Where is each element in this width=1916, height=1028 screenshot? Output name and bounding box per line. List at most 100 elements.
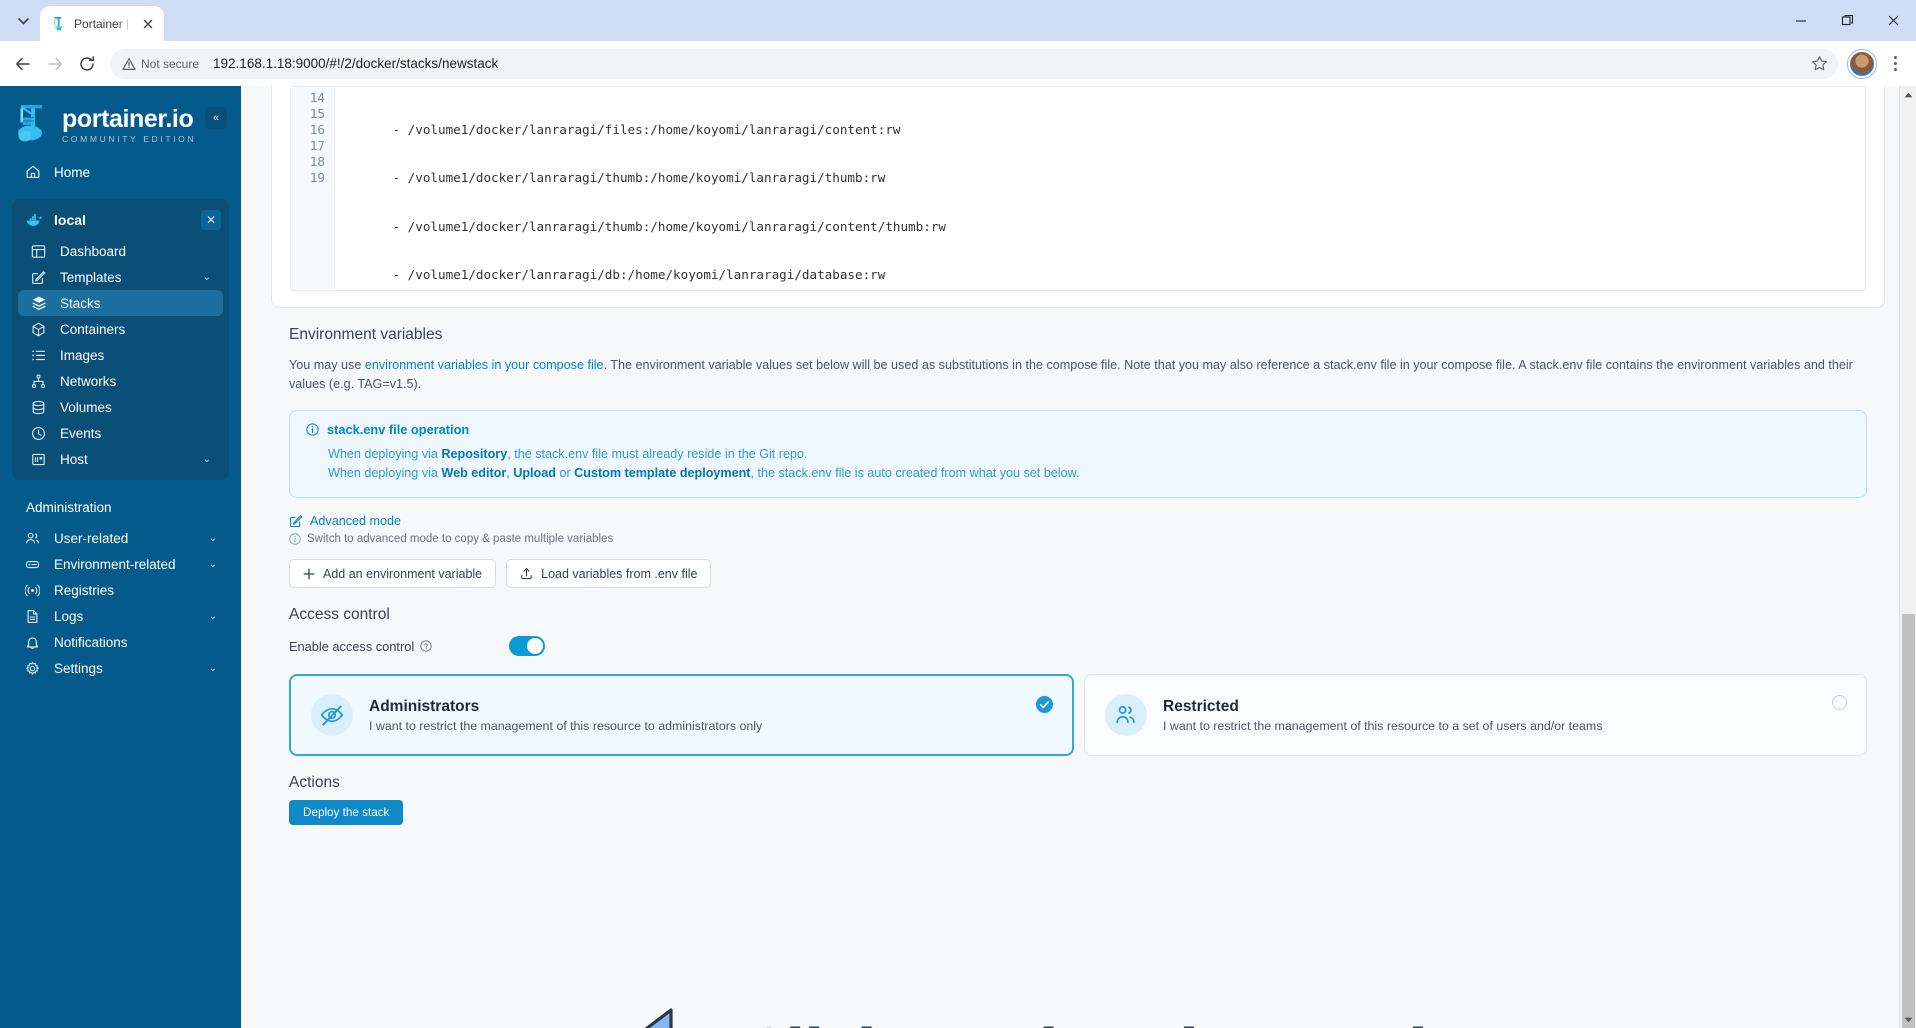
caret-up-icon: [1904, 92, 1913, 97]
access-option-title: Restricted: [1163, 697, 1239, 715]
button-label: Add an environment variable: [323, 566, 483, 581]
question-circle-icon[interactable]: [420, 640, 432, 652]
sidebar-item-containers[interactable]: Containers: [18, 316, 223, 342]
eye-off-icon: [311, 694, 353, 736]
line-number: 19: [309, 170, 325, 186]
access-option-administrators[interactable]: Administrators I want to restrict the ma…: [289, 674, 1074, 756]
security-indicator[interactable]: Not secure: [122, 57, 199, 71]
sidebar-environment-clear-button[interactable]: ✕: [201, 210, 221, 230]
sidebar-administration-items: User-related ⌄ Environment-related ⌄ Reg…: [0, 525, 241, 681]
brand-header: portainer.io COMMUNITY EDITION «: [0, 86, 241, 147]
sidebar-item-logs[interactable]: Logs ⌄: [12, 603, 229, 629]
sidebar-environment-header[interactable]: local ✕: [12, 206, 229, 234]
sidebar-item-images[interactable]: Images: [18, 342, 223, 368]
sidebar-environment-group: local ✕ Dashboard Templates ⌄ Stacks Con…: [12, 199, 229, 480]
sidebar-item-notifications[interactable]: Notifications: [12, 629, 229, 655]
reload-button[interactable]: [72, 49, 102, 79]
info-emph-web-editor: Web editor: [441, 466, 507, 480]
sidebar-item-events[interactable]: Events: [18, 420, 223, 446]
scroll-down-arrow[interactable]: [1900, 1011, 1916, 1028]
forward-button[interactable]: [40, 49, 70, 79]
access-option-title: Administrators: [369, 697, 480, 715]
line-number: 17: [309, 138, 325, 154]
section-title-actions: Actions: [289, 774, 340, 791]
star-icon: [1811, 56, 1827, 71]
browser-tab[interactable]: Portainer | loca: [40, 6, 164, 41]
sidebar-item-label: Stacks: [60, 295, 101, 311]
sidebar-item-home[interactable]: Home: [12, 159, 229, 185]
sidebar-item-environment-related[interactable]: Environment-related ⌄: [12, 551, 229, 577]
sidebar-item-settings[interactable]: Settings ⌄: [12, 655, 229, 681]
env-vars-description: You may use environment variables in you…: [289, 356, 1867, 394]
add-environment-variable-button[interactable]: Add an environment variable: [289, 559, 497, 588]
window-minimize-button[interactable]: [1778, 0, 1824, 41]
sidebar-item-networks[interactable]: Networks: [18, 368, 223, 394]
sidebar-collapse-button[interactable]: «: [205, 107, 227, 129]
advanced-mode-hint-label: Switch to advanced mode to copy & paste …: [307, 533, 614, 545]
edit-square-icon: [290, 515, 303, 528]
sidebar-item-label: Templates: [60, 269, 122, 285]
bookmark-button[interactable]: [1806, 51, 1832, 77]
compose-code-editor[interactable]: 14 15 16 17 18 19 - /volume1/docker/lanr…: [290, 86, 1866, 291]
caret-down-icon: [1904, 1017, 1913, 1022]
enable-access-control-row: Enable access control: [289, 636, 1867, 656]
sidebar-item-user-related[interactable]: User-related ⌄: [12, 525, 229, 551]
info-emph-upload: Upload: [513, 466, 556, 480]
line-number: 15: [309, 106, 325, 122]
compose-file-link[interactable]: environment variables in your compose fi…: [365, 358, 604, 372]
sidebar-item-chevron: ⌄: [208, 532, 217, 544]
sidebar-item-host[interactable]: Host ⌄: [18, 446, 223, 472]
address-bar[interactable]: Not secure 192.168.1.18:9000/#!/2/docker…: [110, 48, 1838, 79]
info-box-line-2: When deploying via Web editor, Upload or…: [328, 464, 1850, 483]
chrome-menu-button[interactable]: [1882, 49, 1908, 79]
sidebar-item-registries[interactable]: Registries: [12, 577, 229, 603]
sidebar-item-label: Settings: [54, 660, 103, 676]
sidebar-item-volumes[interactable]: Volumes: [18, 394, 223, 420]
sidebar-item-templates[interactable]: Templates ⌄: [18, 264, 223, 290]
enable-access-control-toggle[interactable]: [509, 636, 545, 656]
browser-toolbar: Not secure 192.168.1.18:9000/#!/2/docker…: [0, 41, 1916, 86]
scroll-up-arrow[interactable]: [1900, 86, 1916, 103]
line-number: 14: [309, 90, 325, 105]
access-option-description: I want to restrict the management of thi…: [369, 718, 763, 733]
info-emph-repository: Repository: [441, 447, 508, 461]
portainer-logo-icon: [14, 103, 54, 147]
actions-section: Actions Deploy the stack: [271, 774, 1885, 847]
access-option-restricted[interactable]: Restricted I want to restrict the manage…: [1084, 674, 1867, 756]
advanced-mode-link[interactable]: Advanced mode: [289, 514, 1867, 528]
host-icon: [30, 451, 47, 468]
code-line: - /volume1/docker/lanraragi/thumb:/home/…: [347, 218, 946, 234]
tab-close-button[interactable]: [140, 16, 156, 32]
upload-icon: [521, 568, 532, 580]
load-variables-from-env-file-button[interactable]: Load variables from .env file: [506, 559, 712, 588]
window-maximize-button[interactable]: [1824, 0, 1870, 41]
window-close-button[interactable]: [1870, 0, 1916, 41]
chevron-down-icon: [17, 17, 29, 25]
button-label: Load variables from .env file: [541, 566, 698, 581]
sidebar-item-label: Images: [60, 347, 105, 363]
info-box-line-1: When deploying via Repository, the stack…: [328, 445, 1850, 464]
code-line: - /volume1/docker/lanraragi/db:/home/koy…: [347, 267, 886, 283]
profile-avatar[interactable]: [1848, 49, 1876, 78]
sidebar-item-label: Logs: [54, 608, 84, 624]
sidebar-item-dashboard[interactable]: Dashboard: [18, 238, 223, 264]
content-scroll-area: 14 15 16 17 18 19 - /volume1/docker/lanr…: [241, 86, 1899, 1028]
sidebar-home-section: Home: [12, 159, 229, 185]
minimize-icon: [1796, 19, 1806, 22]
stack-editor-card: 14 15 16 17 18 19 - /volume1/docker/lanr…: [271, 86, 1885, 308]
home-icon: [24, 164, 41, 181]
info-text: or: [555, 466, 575, 480]
menu-dot: [1893, 56, 1897, 59]
tab-title: Portainer | loca: [74, 16, 133, 31]
access-option-text: Administrators I want to restrict the ma…: [369, 698, 762, 733]
tab-search-button[interactable]: [6, 5, 40, 37]
page-scrollbar[interactable]: [1899, 86, 1916, 1028]
deploy-the-stack-button[interactable]: Deploy the stack: [289, 800, 404, 825]
code-line: - /volume1/docker/lanraragi/thumb:/home/…: [347, 170, 886, 186]
back-button[interactable]: [8, 49, 38, 79]
sidebar-item-label: Dashboard: [60, 243, 127, 259]
sidebar-item-stacks[interactable]: Stacks: [18, 290, 223, 316]
scrollbar-thumb[interactable]: [1902, 614, 1915, 1028]
images-icon: [30, 347, 47, 364]
desc-part-1: You may use: [289, 358, 365, 372]
